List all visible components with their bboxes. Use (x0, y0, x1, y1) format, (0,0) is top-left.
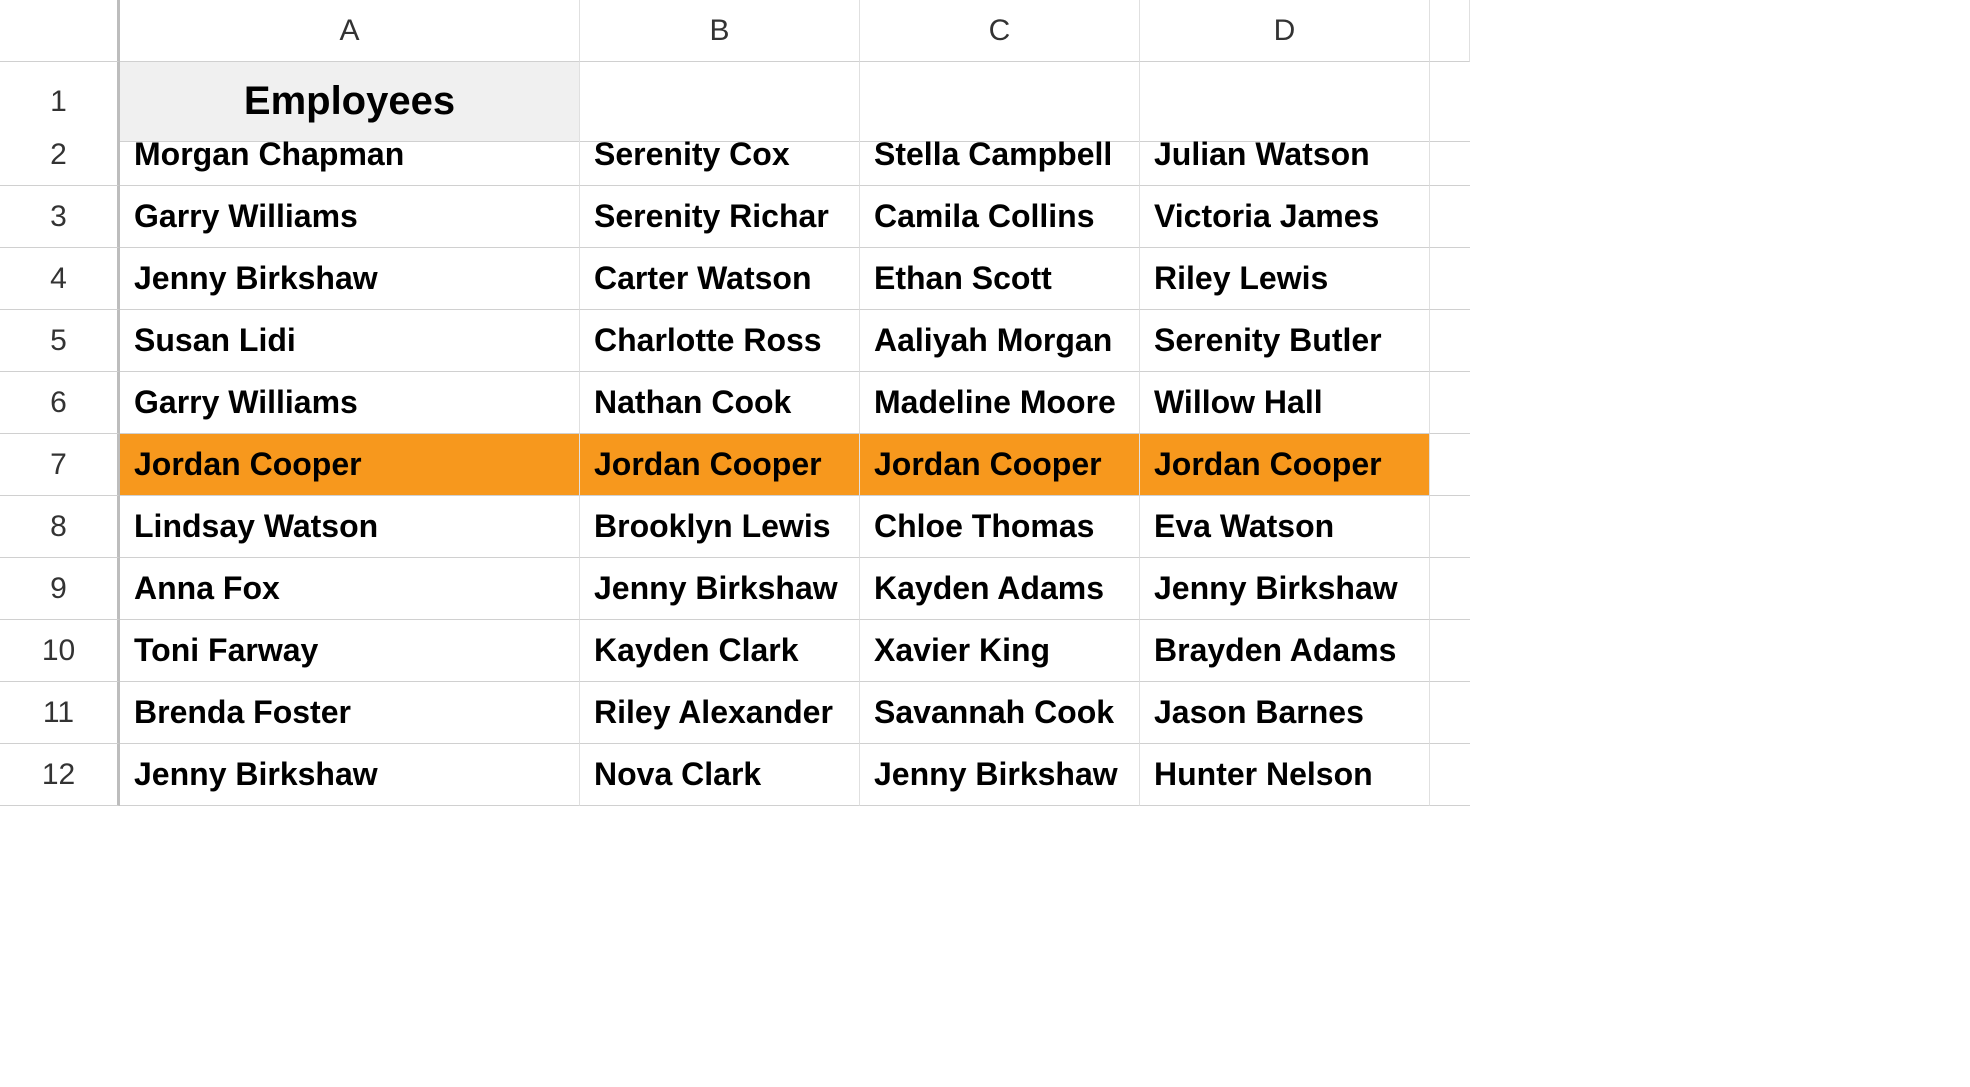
row-header-11[interactable]: 11 (0, 682, 120, 744)
cell-e8[interactable] (1430, 496, 1470, 558)
cell-c5[interactable]: Aaliyah Morgan (860, 310, 1140, 372)
cell-e12[interactable] (1430, 744, 1470, 806)
cell-a7[interactable]: Jordan Cooper (120, 434, 580, 496)
cell-c4[interactable]: Ethan Scott (860, 248, 1140, 310)
cell-e5[interactable] (1430, 310, 1470, 372)
cell-a11[interactable]: Brenda Foster (120, 682, 580, 744)
cell-b2[interactable]: Serenity Cox (580, 124, 860, 186)
cell-a5[interactable]: Susan Lidi (120, 310, 580, 372)
cell-b12[interactable]: Nova Clark (580, 744, 860, 806)
cell-d8[interactable]: Eva Watson (1140, 496, 1430, 558)
cell-d12[interactable]: Hunter Nelson (1140, 744, 1430, 806)
cell-d4[interactable]: Riley Lewis (1140, 248, 1430, 310)
cell-b10[interactable]: Kayden Clark (580, 620, 860, 682)
cell-e9[interactable] (1430, 558, 1470, 620)
cell-c2[interactable]: Stella Campbell (860, 124, 1140, 186)
row-header-2[interactable]: 2 (0, 124, 120, 186)
cell-c9[interactable]: Kayden Adams (860, 558, 1140, 620)
row-header-8[interactable]: 8 (0, 496, 120, 558)
cell-d10[interactable]: Brayden Adams (1140, 620, 1430, 682)
cell-d9[interactable]: Jenny Birkshaw (1140, 558, 1430, 620)
cell-e10[interactable] (1430, 620, 1470, 682)
cell-c8[interactable]: Chloe Thomas (860, 496, 1140, 558)
cell-c7[interactable]: Jordan Cooper (860, 434, 1140, 496)
cell-e4[interactable] (1430, 248, 1470, 310)
cell-b6[interactable]: Nathan Cook (580, 372, 860, 434)
cell-c11[interactable]: Savannah Cook (860, 682, 1140, 744)
cell-d6[interactable]: Willow Hall (1140, 372, 1430, 434)
cell-a6[interactable]: Garry Williams (120, 372, 580, 434)
cell-d2[interactable]: Julian Watson (1140, 124, 1430, 186)
row-header-6[interactable]: 6 (0, 372, 120, 434)
col-header-a[interactable]: A (120, 0, 580, 62)
cell-a8[interactable]: Lindsay Watson (120, 496, 580, 558)
spreadsheet-grid[interactable]: A B C D 1 Employees 2 Morgan Chapman Ser… (0, 0, 1970, 806)
cell-a2[interactable]: Morgan Chapman (120, 124, 580, 186)
cell-e3[interactable] (1430, 186, 1470, 248)
cell-d11[interactable]: Jason Barnes (1140, 682, 1430, 744)
cell-b11[interactable]: Riley Alexander (580, 682, 860, 744)
cell-a4[interactable]: Jenny Birkshaw (120, 248, 580, 310)
corner-cell[interactable] (0, 0, 120, 62)
cell-a10[interactable]: Toni Farway (120, 620, 580, 682)
col-header-d[interactable]: D (1140, 0, 1430, 62)
cell-b3[interactable]: Serenity Richar (580, 186, 860, 248)
cell-e11[interactable] (1430, 682, 1470, 744)
cell-d5[interactable]: Serenity Butler (1140, 310, 1430, 372)
cell-e7[interactable] (1430, 434, 1470, 496)
row-header-5[interactable]: 5 (0, 310, 120, 372)
cell-b5[interactable]: Charlotte Ross (580, 310, 860, 372)
cell-c3[interactable]: Camila Collins (860, 186, 1140, 248)
col-header-c[interactable]: C (860, 0, 1140, 62)
cell-c10[interactable]: Xavier King (860, 620, 1140, 682)
cell-d7[interactable]: Jordan Cooper (1140, 434, 1430, 496)
cell-c6[interactable]: Madeline Moore (860, 372, 1140, 434)
row-header-9[interactable]: 9 (0, 558, 120, 620)
cell-a9[interactable]: Anna Fox (120, 558, 580, 620)
cell-e2[interactable] (1430, 124, 1470, 186)
cell-d3[interactable]: Victoria James (1140, 186, 1430, 248)
cell-c12[interactable]: Jenny Birkshaw (860, 744, 1140, 806)
col-header-b[interactable]: B (580, 0, 860, 62)
cell-e6[interactable] (1430, 372, 1470, 434)
row-header-12[interactable]: 12 (0, 744, 120, 806)
row-header-4[interactable]: 4 (0, 248, 120, 310)
row-header-3[interactable]: 3 (0, 186, 120, 248)
cell-b9[interactable]: Jenny Birkshaw (580, 558, 860, 620)
cell-b4[interactable]: Carter Watson (580, 248, 860, 310)
col-header-extra[interactable] (1430, 0, 1470, 62)
row-header-7[interactable]: 7 (0, 434, 120, 496)
cell-b8[interactable]: Brooklyn Lewis (580, 496, 860, 558)
cell-a3[interactable]: Garry Williams (120, 186, 580, 248)
cell-b7[interactable]: Jordan Cooper (580, 434, 860, 496)
row-header-10[interactable]: 10 (0, 620, 120, 682)
cell-a12[interactable]: Jenny Birkshaw (120, 744, 580, 806)
